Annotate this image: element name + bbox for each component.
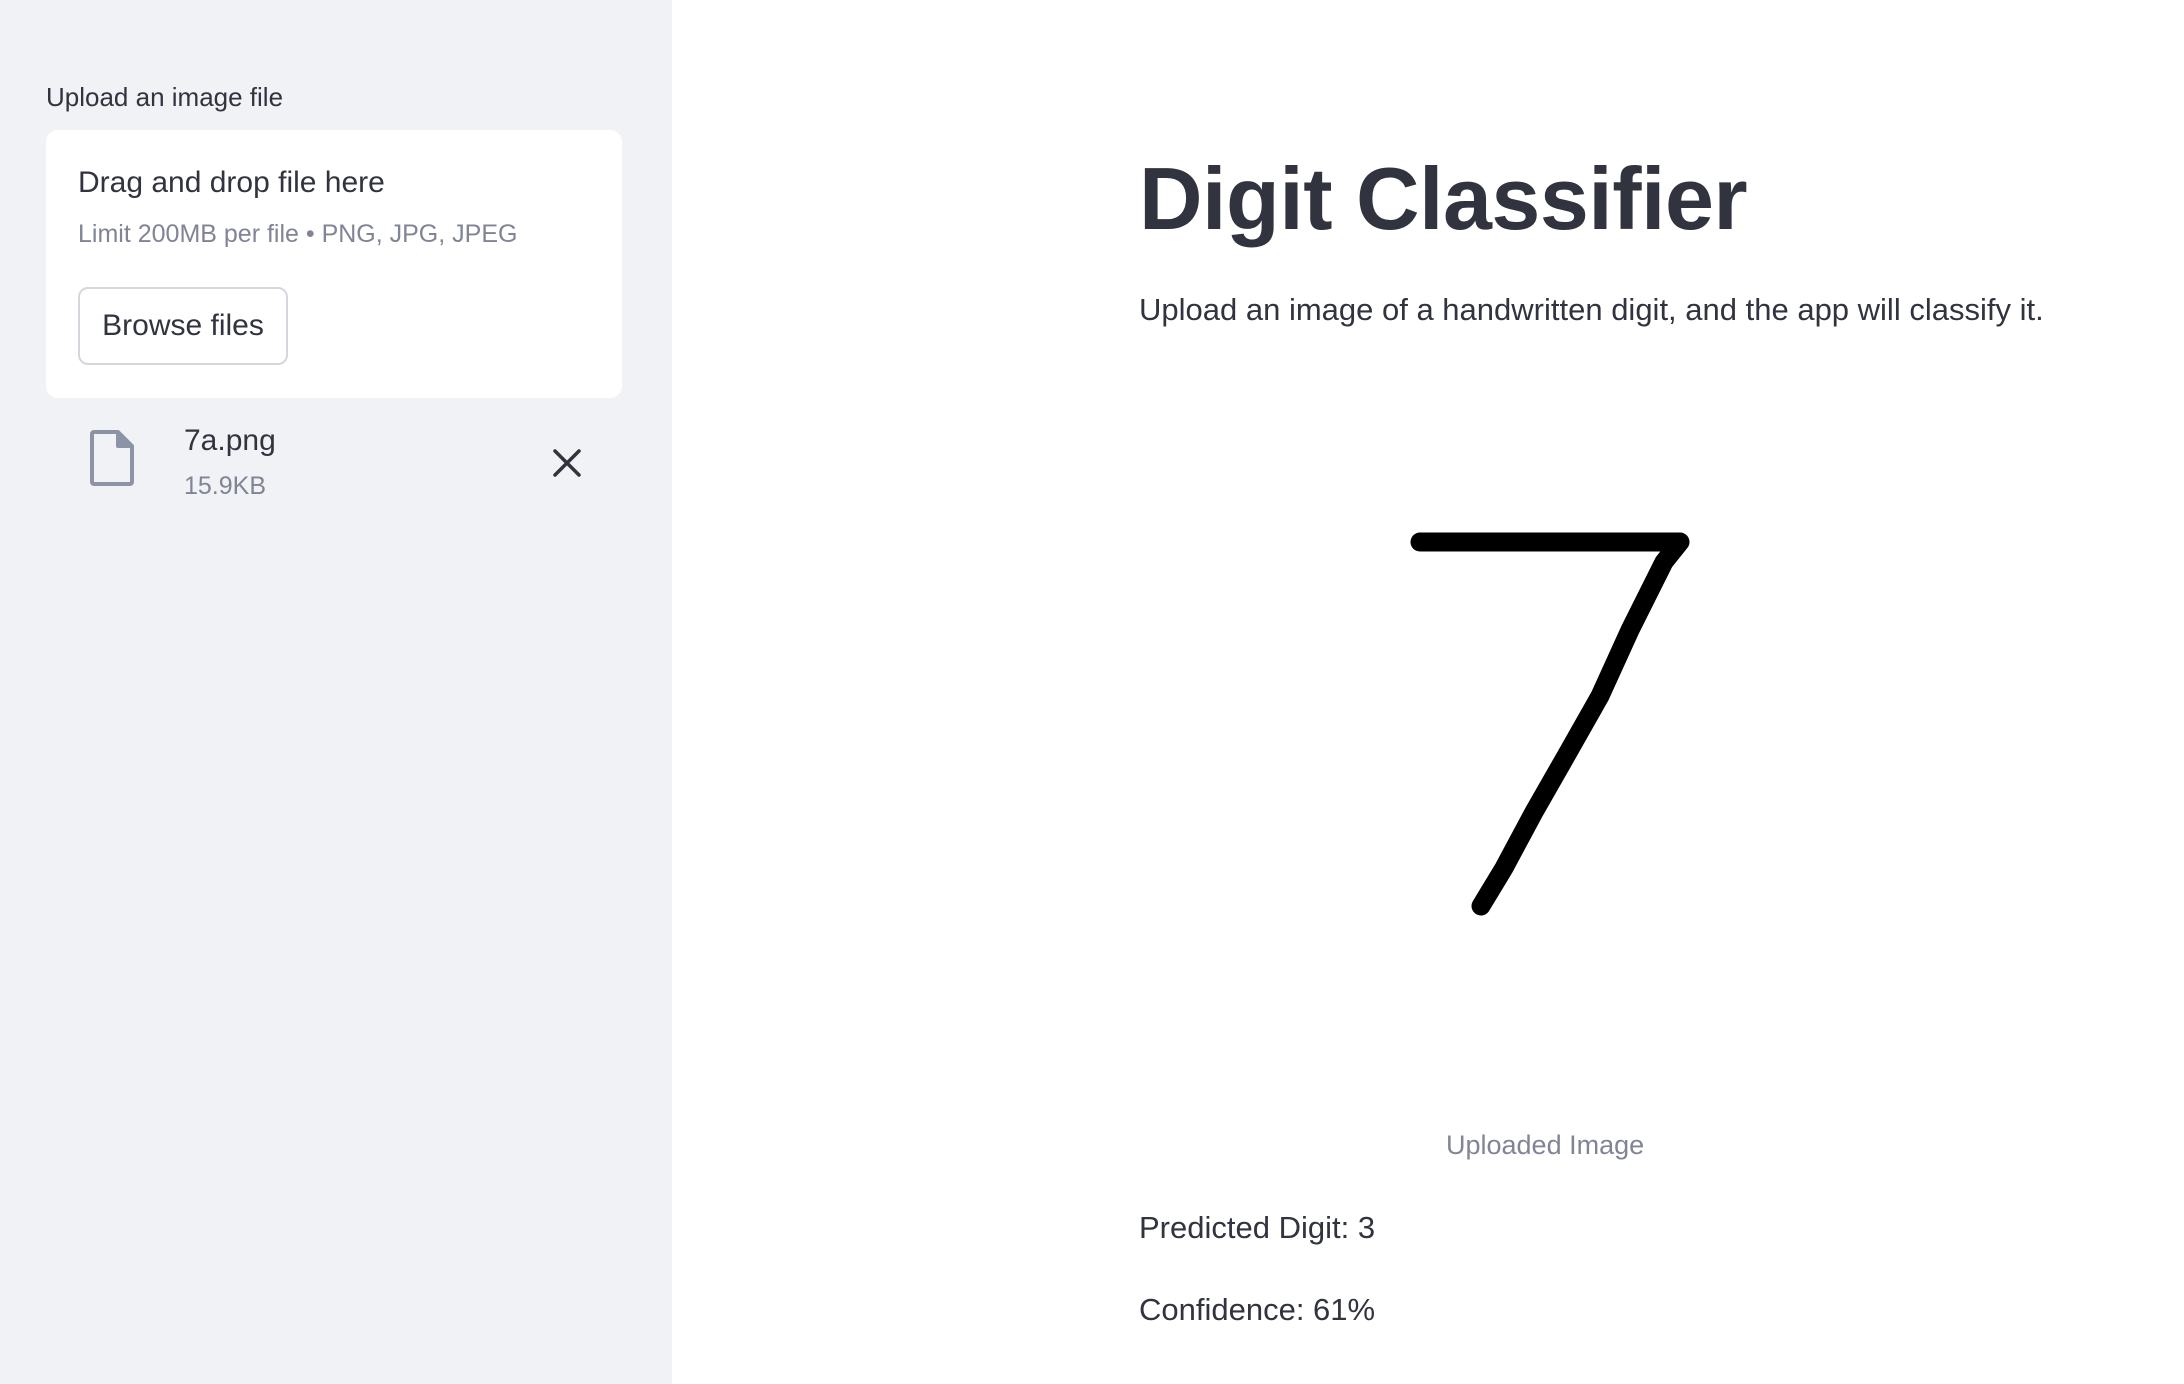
browse-files-button[interactable]: Browse files [78, 287, 288, 365]
close-icon[interactable] [548, 444, 586, 482]
page-title: Digit Classifier [1139, 149, 1748, 248]
file-icon [90, 430, 134, 486]
uploader-label: Upload an image file [46, 82, 284, 112]
dropzone-title: Drag and drop file here [78, 166, 385, 199]
app-root: Upload an image file Drag and drop file … [0, 0, 2184, 1384]
page-description: Upload an image of a handwritten digit, … [1139, 292, 2044, 327]
file-dropzone[interactable]: Drag and drop file here Limit 200MB per … [46, 130, 622, 398]
predicted-digit-text: Predicted Digit: 3 [1139, 1210, 1376, 1245]
uploaded-file-name: 7a.png [184, 424, 276, 457]
image-caption: Uploaded Image [1446, 1130, 1645, 1160]
uploaded-digit-image [1410, 532, 1690, 916]
confidence-text: Confidence: 61% [1139, 1292, 1376, 1327]
sidebar: Upload an image file Drag and drop file … [0, 0, 672, 1384]
uploaded-file-size: 15.9KB [184, 472, 267, 500]
uploaded-file-item: 7a.png 15.9KB [46, 410, 622, 510]
dropzone-limit-text: Limit 200MB per file • PNG, JPG, JPEG [78, 220, 518, 248]
